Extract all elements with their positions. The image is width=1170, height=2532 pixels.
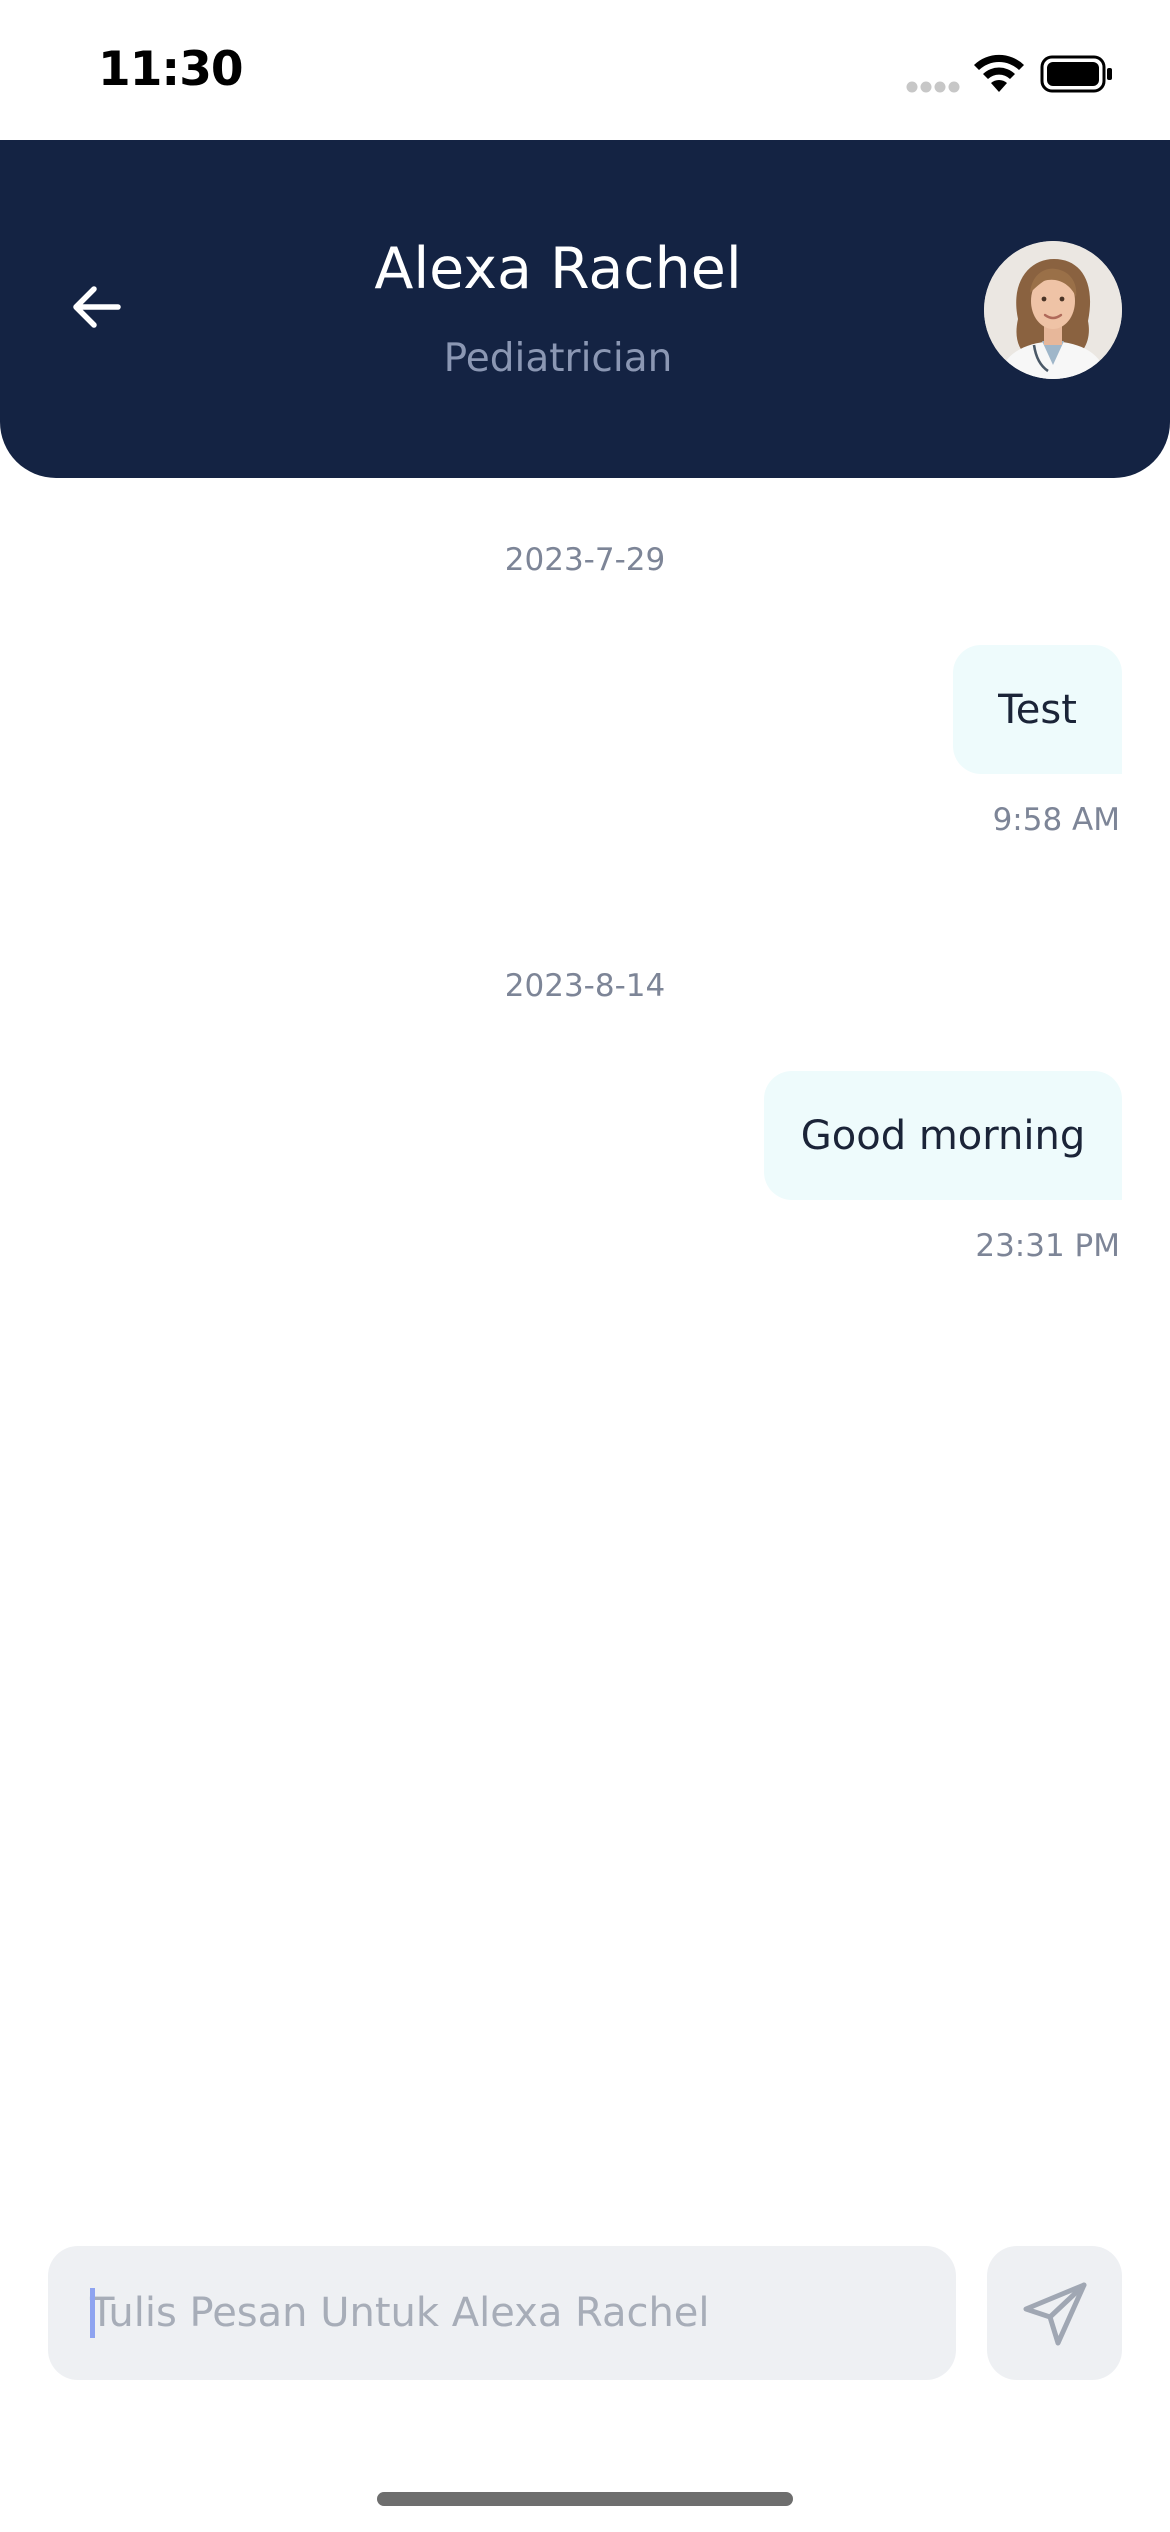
message-time: 23:31 PM: [975, 1228, 1120, 1264]
battery-icon: [1040, 55, 1112, 93]
doctor-name: Alexa Rachel: [374, 236, 742, 302]
home-indicator: [377, 2492, 793, 2506]
wifi-icon: [974, 54, 1024, 92]
message-text: Good morning: [800, 1112, 1086, 1159]
chat-header: Alexa Rachel Pediatrician: [0, 140, 1170, 478]
status-time: 11:30: [98, 42, 244, 97]
message-input-placeholder: Tulis Pesan Untuk Alexa Rachel: [90, 2290, 710, 2336]
message-text: Test: [998, 686, 1077, 733]
text-caret: [90, 2288, 95, 2338]
send-button[interactable]: [987, 2246, 1122, 2380]
message-bubble[interactable]: Good morning: [764, 1071, 1122, 1200]
date-separator: 2023-8-14: [504, 968, 666, 1004]
message-input[interactable]: Tulis Pesan Untuk Alexa Rachel: [48, 2246, 956, 2380]
message-time: 9:58 AM: [992, 802, 1120, 838]
doctor-avatar[interactable]: [984, 241, 1122, 379]
chat-screen: 11:30 Alexa Rachel Pediatrician 2023-7-2…: [0, 0, 1170, 2532]
send-icon: [1023, 2282, 1087, 2346]
status-bar: 11:30: [0, 0, 1170, 140]
doctor-role: Pediatrician: [443, 336, 673, 381]
date-separator: 2023-7-29: [504, 542, 666, 578]
message-bubble[interactable]: Test: [953, 645, 1122, 774]
cellular-icon: [906, 81, 960, 93]
